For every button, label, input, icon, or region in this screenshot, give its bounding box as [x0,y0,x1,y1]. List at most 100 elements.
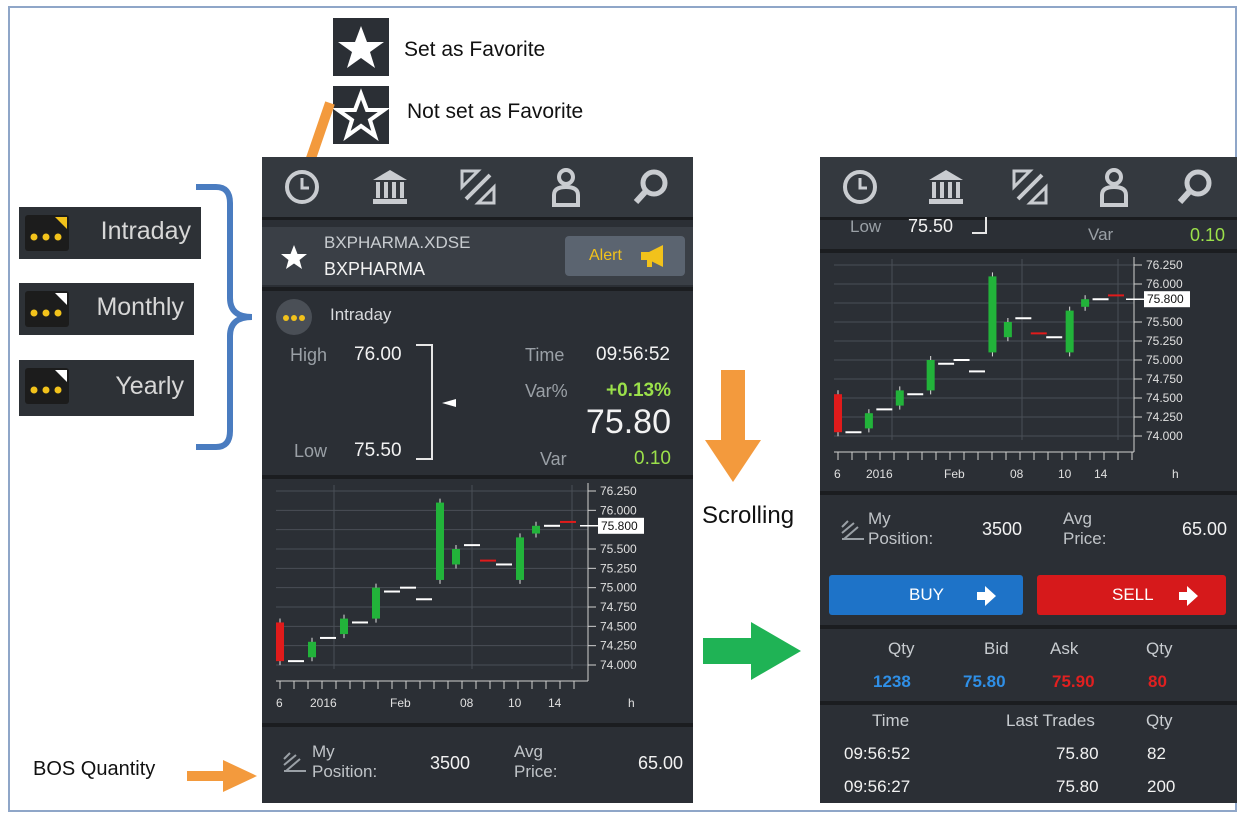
y-tick-label: 74.000 [600,658,637,672]
period-monthly-label: Monthly [96,293,184,321]
y-tick-label: 75.000 [600,581,637,595]
search-icon[interactable] [632,167,672,207]
var-pct-value: +0.13% [606,380,671,401]
scrolling-label: Scrolling [702,502,795,529]
scroll-right-arrow [703,622,801,680]
price-chart[interactable]: 76.250 76.000 75.500 75.250 75.000 74.750 74.5… [262,479,693,723]
x-tick-label: h [1172,467,1179,481]
candle [1065,310,1074,353]
y-tick-label: 74.250 [1146,410,1183,424]
candle [436,502,444,580]
megaphone-icon [641,245,663,267]
position-qty: 3500 [430,753,471,773]
time-label: Time [525,345,565,365]
search-icon[interactable] [1176,167,1216,207]
user-icon[interactable] [1094,167,1134,207]
candle [1081,299,1090,307]
candle [834,394,842,433]
range-bracket [972,217,987,234]
instrument-name: BXPHARMA [324,259,426,279]
left-phone-screen: BXPHARMA.XDSE BXPHARMA Alert Intraday Hi… [262,157,693,803]
high-value: 76.00 [354,344,402,365]
sell-label: SELL [1112,585,1154,604]
x-tick-label: 2016 [310,696,337,710]
alert-label: Alert [589,247,622,264]
var-value: 0.10 [634,448,671,469]
candle [988,276,997,353]
period-intraday-icon [25,215,69,251]
position-label-2: Position: [312,762,378,781]
order-book-header-qty: Qty [888,639,915,658]
last-price: 75.80 [585,403,671,441]
y-tick-label: 75.250 [1146,334,1183,348]
x-tick-label: 2016 [866,467,893,481]
x-tick-label: Feb [944,467,965,481]
candle [926,360,935,391]
avg-price-value: 65.00 [1181,519,1227,539]
candle [452,549,460,565]
y-tick-label: 75.500 [1146,315,1183,329]
instrument-header: BXPHARMA.XDSE BXPHARMA Alert [262,227,693,285]
avg-price-value: 65.00 [637,753,683,773]
candle [895,390,904,406]
not-set-favorite-label: Not set as Favorite [407,100,584,123]
avg-price-label-1: Avg [514,742,543,761]
position-qty: 3500 [982,519,1023,539]
y-tick-label: 76.250 [600,484,637,498]
alert-button[interactable]: Alert [565,236,685,276]
order-book: Qty Bid Ask Qty 1238 75.80 75.90 80 [820,629,1237,699]
period-option-intraday[interactable]: Intraday [19,207,201,259]
clock-icon[interactable] [282,167,322,207]
bid-price: 75.80 [963,672,1006,691]
set-favorite-label: Set as Favorite [404,38,546,61]
bank-icon[interactable] [370,167,410,207]
candle [516,537,524,580]
high-label: High [290,345,328,365]
candle [276,622,284,662]
favorite-star-icon[interactable] [280,243,308,276]
last-trades: Time Last Trades Qty 09:56:52 75.80 82 0… [820,705,1237,803]
avg-price-label-2: Price: [514,762,558,781]
ask-qty: 80 [1148,672,1167,691]
avg-price-label-2: Price: [1063,529,1107,548]
sell-button[interactable]: SELL [1037,575,1226,615]
low-value: 75.50 [354,440,402,461]
y-tick-label: 75.500 [600,542,637,556]
position-row: My Position: 3500 Avg Price: 65.00 [820,495,1237,565]
star-outline-icon [331,86,391,144]
period-bracket [196,184,253,450]
period-monthly-icon [25,291,69,327]
user-icon[interactable] [546,167,586,207]
exchange-icon[interactable] [458,167,498,207]
period-intraday-label: Intraday [100,217,191,245]
right-phone-screen: Low 75.50 Var 0.10 76.250 76.000 75.500 75.… [820,157,1237,803]
bank-icon[interactable] [926,167,966,207]
last-trades-header-price: Last Trades [1006,711,1095,730]
arrow-right-icon [977,586,996,606]
position-row: My Position: 3500 Avg Price: 65.00 [262,729,693,803]
top-nav-bar [262,157,693,220]
price-chart[interactable]: 76.250 76.000 75.500 75.250 75.000 74.750 74.5… [820,253,1237,491]
exchange-icon[interactable] [1010,167,1050,207]
period-selector-icon[interactable] [276,299,312,335]
star-filled-icon [333,18,389,76]
period-option-monthly[interactable]: Monthly [19,283,194,335]
order-book-header-ask: Ask [1050,639,1079,658]
var-pct-label: Var% [525,381,568,401]
order-book-header-qty-ask: Qty [1146,639,1173,658]
clock-icon[interactable] [840,167,880,207]
trade-price: 75.80 [1056,744,1099,763]
x-tick-label: 6 [276,696,283,710]
x-tick-label: h [628,696,635,710]
x-tick-label: 14 [1094,467,1108,481]
y-tick-label: 74.250 [600,639,637,653]
bid-qty: 1238 [873,672,911,691]
buy-button[interactable]: BUY [829,575,1023,615]
last-price-label: 75.800 [601,519,638,533]
ask-price: 75.90 [1052,672,1095,691]
y-tick-label: 75.250 [600,561,637,575]
period-option-yearly[interactable]: Yearly [19,360,194,416]
y-tick-label: 74.750 [1146,372,1183,386]
period-label[interactable]: Intraday [330,305,391,325]
candle [372,587,380,619]
